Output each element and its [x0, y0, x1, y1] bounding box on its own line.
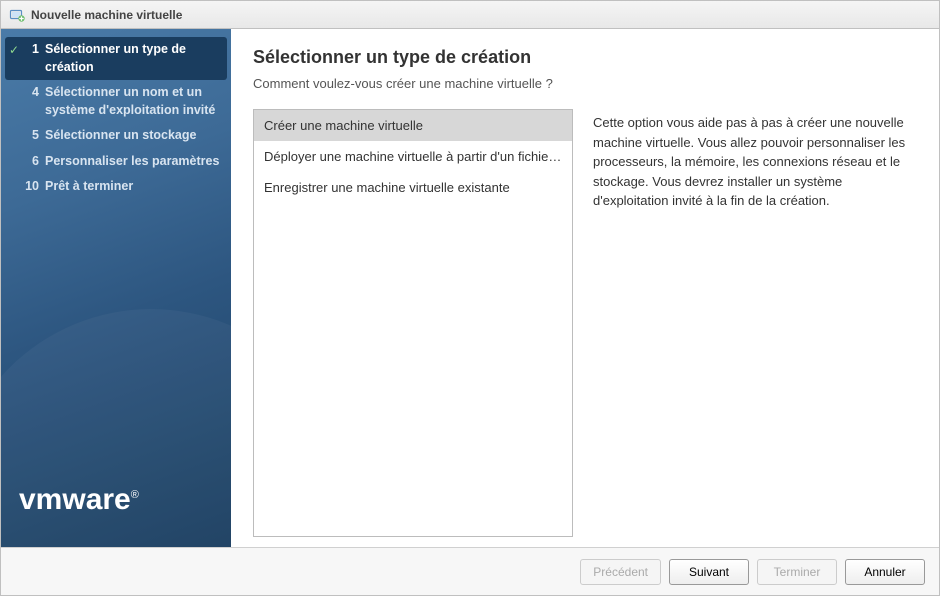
step-number: 1 — [21, 41, 39, 59]
step-label: Prêt à terminer — [45, 178, 221, 196]
option-create-new-vm[interactable]: Créer une machine virtuelle — [254, 110, 572, 141]
step-select-storage[interactable]: 5 Sélectionner un stockage — [1, 123, 231, 149]
option-description: Cette option vous aide pas à pas à créer… — [593, 109, 917, 537]
registered-mark: ® — [131, 489, 139, 501]
vm-add-icon — [9, 7, 25, 23]
window-title: Nouvelle machine virtuelle — [31, 8, 182, 22]
option-register-existing[interactable]: Enregistrer une machine virtuelle exista… — [254, 172, 572, 203]
wizard-dialog: Nouvelle machine virtuelle ✓ 1 Sélection… — [0, 0, 940, 596]
page-subtitle: Comment voulez-vous créer une machine vi… — [253, 76, 917, 91]
step-label: Sélectionner un type de création — [45, 41, 221, 76]
footer: Précédent Suivant Terminer Annuler — [1, 547, 939, 595]
step-number: 6 — [21, 153, 39, 171]
step-ready-complete[interactable]: 10 Prêt à terminer — [1, 174, 231, 200]
dialog-body: ✓ 1 Sélectionner un type de création 4 S… — [1, 29, 939, 547]
finish-button[interactable]: Terminer — [757, 559, 837, 585]
step-label: Sélectionner un stockage — [45, 127, 221, 145]
step-label: Personnaliser les paramètres — [45, 153, 221, 171]
step-select-creation-type[interactable]: ✓ 1 Sélectionner un type de création — [5, 37, 227, 80]
check-icon: ✓ — [7, 42, 21, 59]
next-button[interactable]: Suivant — [669, 559, 749, 585]
option-deploy-ovf[interactable]: Déployer une machine virtuelle à partir … — [254, 141, 572, 172]
step-number: 10 — [21, 178, 39, 196]
step-select-name-os[interactable]: 4 Sélectionner un nom et un système d'ex… — [1, 80, 231, 123]
logo-text: vmware — [19, 483, 131, 516]
sidebar: ✓ 1 Sélectionner un type de création 4 S… — [1, 29, 231, 547]
step-number: 4 — [21, 84, 39, 102]
creation-type-list: Créer une machine virtuelle Déployer une… — [253, 109, 573, 537]
step-number: 5 — [21, 127, 39, 145]
vmware-logo: vmware® — [1, 483, 231, 547]
cancel-button[interactable]: Annuler — [845, 559, 925, 585]
back-button[interactable]: Précédent — [580, 559, 661, 585]
wizard-steps: ✓ 1 Sélectionner un type de création 4 S… — [1, 29, 231, 208]
page-title: Sélectionner un type de création — [253, 47, 917, 68]
main-pane: Sélectionner un type de création Comment… — [231, 29, 939, 547]
step-customize-settings[interactable]: 6 Personnaliser les paramètres — [1, 149, 231, 175]
content-row: Créer une machine virtuelle Déployer une… — [253, 109, 917, 537]
step-label: Sélectionner un nom et un système d'expl… — [45, 84, 221, 119]
titlebar: Nouvelle machine virtuelle — [1, 1, 939, 29]
